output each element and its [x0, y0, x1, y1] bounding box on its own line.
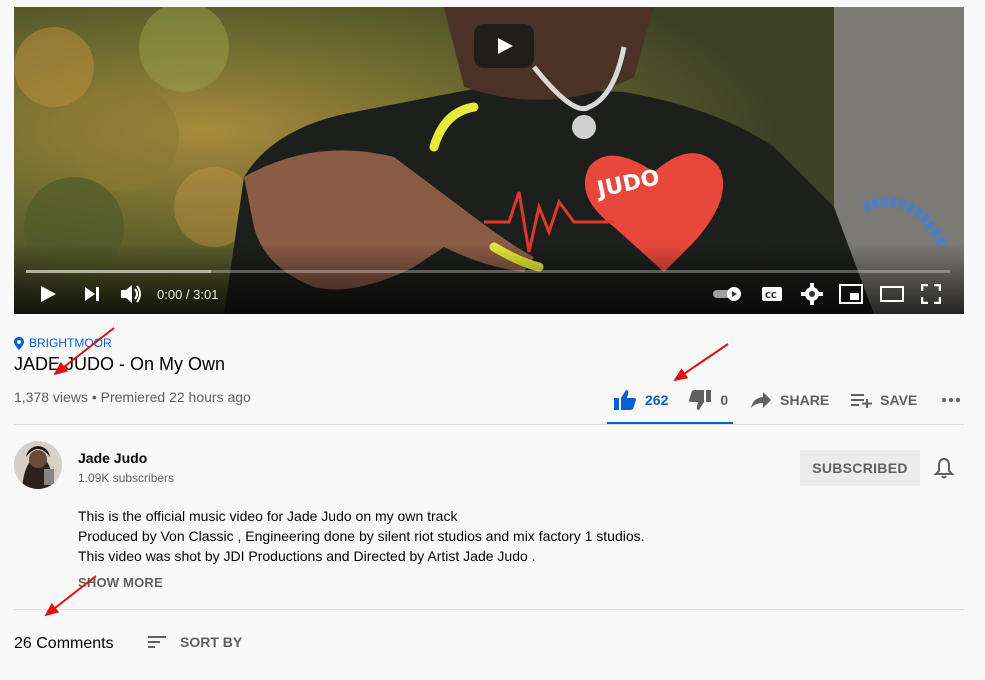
like-count: 262 — [645, 392, 669, 408]
action-bar: 262 0 SHARE SAVE — [607, 386, 961, 414]
divider — [14, 424, 964, 425]
video-description: This is the official music video for Jad… — [78, 506, 645, 566]
share-label: SHARE — [780, 392, 830, 408]
sort-icon — [148, 636, 166, 648]
more-actions-button[interactable] — [941, 397, 961, 403]
big-play-button[interactable] — [474, 24, 534, 68]
show-more-button[interactable]: SHOW MORE — [78, 575, 163, 590]
more-horizontal-icon — [942, 398, 961, 402]
time-display: 0:00 / 3:01 — [157, 287, 219, 302]
fullscreen-icon — [921, 284, 941, 304]
play-icon — [498, 38, 513, 54]
description-line: This is the official music video for Jad… — [78, 508, 458, 524]
play-icon — [41, 286, 56, 302]
video-title: JADE JUDO - On My Own — [14, 354, 226, 374]
volume-button[interactable] — [119, 282, 143, 306]
share-icon — [751, 392, 772, 408]
view-info: 1,378 views • Premiered 22 hours ago — [14, 389, 251, 405]
video-player[interactable]: JUDO 0:00 / 3:01 CC — [14, 7, 964, 314]
bell-icon — [933, 457, 955, 479]
sort-label: SORT BY — [180, 634, 243, 650]
avatar-image — [14, 441, 62, 489]
location-pin-icon — [14, 336, 24, 350]
save-label: SAVE — [880, 392, 918, 408]
subscribed-button[interactable]: SUBSCRIBED — [800, 450, 920, 486]
share-button[interactable]: SHARE — [750, 391, 829, 409]
add-to-playlist-icon — [851, 394, 873, 408]
captions-icon: CC — [762, 287, 782, 301]
miniplayer-icon — [839, 284, 863, 304]
svg-text:CC: CC — [765, 291, 777, 300]
autoplay-toggle-icon — [713, 287, 741, 301]
location-label: BRIGHTMOOR — [29, 336, 112, 350]
volume-icon — [121, 285, 141, 303]
progress-bar[interactable] — [26, 270, 950, 273]
progress-loaded — [26, 270, 211, 273]
dislike-button[interactable]: 0 — [688, 389, 728, 411]
save-button[interactable]: SAVE — [850, 391, 917, 409]
channel-avatar[interactable] — [14, 441, 62, 489]
divider — [14, 609, 964, 610]
settings-icon — [801, 283, 823, 305]
next-icon — [85, 287, 99, 301]
view-count: 1,378 views — [14, 389, 88, 405]
annotation-arrow — [673, 343, 729, 382]
play-button[interactable] — [38, 282, 58, 306]
channel-name[interactable]: Jade Judo — [78, 450, 147, 466]
theater-button[interactable] — [880, 282, 904, 306]
location-link[interactable]: BRIGHTMOOR — [14, 336, 112, 350]
like-button[interactable]: 262 — [613, 389, 668, 411]
thumbs-up-icon — [614, 390, 636, 410]
premiere-date: Premiered 22 hours ago — [100, 389, 251, 405]
settings-button[interactable] — [801, 282, 823, 306]
separator-dot: • — [91, 389, 97, 405]
autoplay-toggle[interactable] — [713, 282, 743, 306]
fullscreen-button[interactable] — [921, 282, 941, 306]
description-line: This video was shot by JDI Productions a… — [78, 548, 536, 564]
miniplayer-button[interactable] — [839, 282, 863, 306]
next-button[interactable] — [82, 282, 102, 306]
thumbs-down-icon — [689, 390, 712, 410]
description-line: Produced by Von Classic , Engineering do… — [78, 528, 645, 544]
sort-by-button[interactable]: SORT BY — [148, 634, 242, 650]
youtube-watch-page: JUDO 0:00 / 3:01 CC BRIGHTMOOR JADE JUDO… — [0, 0, 985, 680]
theater-icon — [880, 286, 904, 302]
notification-bell-button[interactable] — [933, 457, 955, 484]
subscriber-count: 1.09K subscribers — [78, 471, 175, 485]
captions-button[interactable]: CC — [761, 282, 783, 306]
comments-count: 26 Comments — [14, 635, 114, 652]
dislike-count: 0 — [720, 392, 729, 408]
